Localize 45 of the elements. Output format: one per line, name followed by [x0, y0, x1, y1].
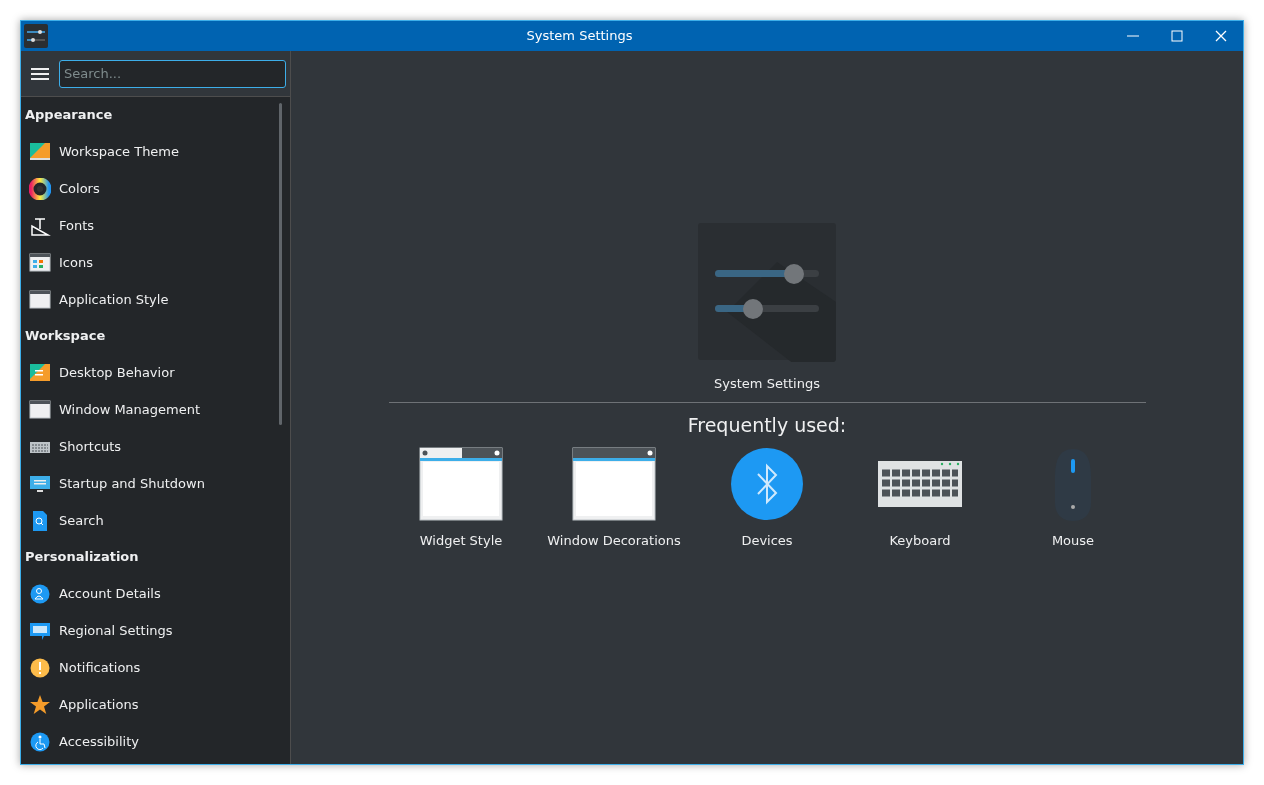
search-field[interactable]: Search... [59, 59, 286, 88]
menu-icon[interactable] [31, 66, 49, 81]
shortcut-label[interactable]: Keyboard [889, 531, 951, 551]
window-title: System Settings [526, 28, 633, 44]
sidebar-item[interactable]: Account Details [21, 575, 278, 612]
star-icon [29, 693, 51, 716]
image-icon [29, 140, 51, 163]
shortcut-label[interactable]: Window Decorations [547, 531, 681, 551]
window-icon[interactable] [419, 447, 503, 521]
sidebar-item[interactable]: Applications [21, 686, 278, 723]
sidebar-item[interactable]: Fonts [21, 207, 278, 244]
shortcut-label[interactable]: Devices [741, 531, 793, 551]
sidebar-item[interactable]: Workspace Theme [21, 133, 278, 170]
sidebar-item[interactable]: Application Style [21, 281, 278, 318]
sidebar-item[interactable]: Window Management [21, 391, 278, 428]
color-wheel-icon [29, 177, 51, 200]
sidebar-item[interactable]: Shortcuts [21, 428, 278, 465]
sidebar-item[interactable]: Icons [21, 244, 278, 281]
image-icon [29, 361, 51, 384]
sidebar-item[interactable]: Notifications [21, 649, 278, 686]
grid-window-icon [29, 251, 51, 274]
sidebar-item[interactable]: Startup and Shutdown [21, 465, 278, 502]
user-icon [29, 582, 51, 605]
window-icon[interactable] [572, 447, 656, 521]
section-heading: Frequently used: [687, 412, 847, 438]
category-heading: Workspace [25, 327, 106, 346]
scrollbar[interactable] [279, 103, 282, 425]
sidebar-item[interactable]: Regional Settings [21, 612, 278, 649]
window-icon [29, 398, 51, 421]
sidebar-item[interactable]: Search [21, 502, 278, 539]
sliders-icon [697, 222, 837, 362]
sidebar-item[interactable]: Colors [21, 170, 278, 207]
sidebar-item[interactable]: Accessibility [21, 723, 278, 760]
maximize-icon [1171, 30, 1183, 42]
category-heading: Personalization [25, 548, 139, 567]
shortcut-label[interactable]: Mouse [1051, 531, 1095, 551]
accessibility-icon [29, 730, 51, 753]
warning-icon [29, 656, 51, 679]
shortcut-label[interactable]: Widget Style [419, 531, 503, 551]
close-icon [1215, 30, 1227, 42]
category-heading: Appearance [25, 106, 113, 125]
window-icon [29, 288, 51, 311]
app-title: System Settings [714, 375, 820, 393]
sidebar-item[interactable]: Desktop Behavior [21, 354, 278, 391]
sliders-icon [24, 24, 48, 48]
